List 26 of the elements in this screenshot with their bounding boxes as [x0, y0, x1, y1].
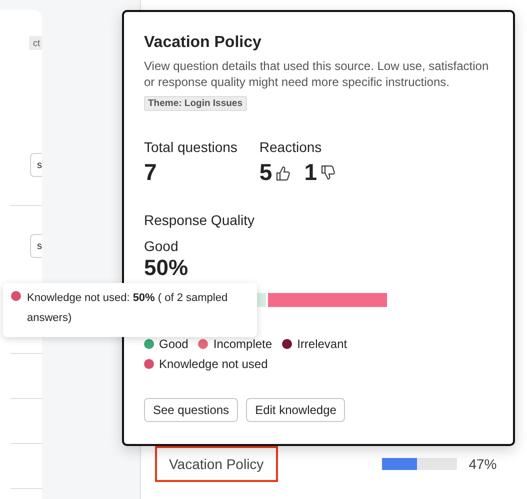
thumbs-down-icon: [321, 164, 335, 180]
thumbs-up-count: 5: [259, 159, 272, 186]
stat-label: Reactions: [259, 139, 323, 155]
quality-bar-segment[interactable]: [266, 293, 387, 307]
tag: ct: [28, 36, 42, 50]
tooltip-text: Knowledge not used: 50% ( of 2 sampled answers): [27, 291, 229, 326]
source-name[interactable]: Vacation Policy: [155, 446, 278, 482]
popover-title: Vacation Policy: [144, 34, 262, 52]
theme-tag: Theme: Login Issues: [144, 96, 246, 111]
quality-value: 50%: [144, 256, 190, 280]
action-button[interactable]: s: [30, 234, 42, 258]
action-button[interactable]: Edit knowledge: [246, 398, 346, 422]
legend-label: Good: [159, 337, 188, 351]
action-button[interactable]: See questions: [144, 398, 238, 422]
section-heading: Response Quality: [144, 212, 256, 228]
popover-description: View question details that used this source. Low use, satisfaction or response quality might need more specific instructions.: [144, 58, 490, 90]
usage-percent: 47%: [468, 456, 497, 472]
legend-label: Knowledge not used: [159, 357, 268, 371]
legend-label: Irrelevant: [297, 337, 348, 351]
stat-value: 7: [144, 159, 158, 186]
quality-label: Good: [144, 238, 180, 254]
stat-label: Total questions: [144, 139, 238, 155]
thumbs-down-count: 1: [304, 159, 317, 186]
thumbs-up-icon: [276, 164, 290, 180]
action-button[interactable]: s: [30, 153, 42, 177]
legend-label: Incomplete: [213, 337, 272, 351]
